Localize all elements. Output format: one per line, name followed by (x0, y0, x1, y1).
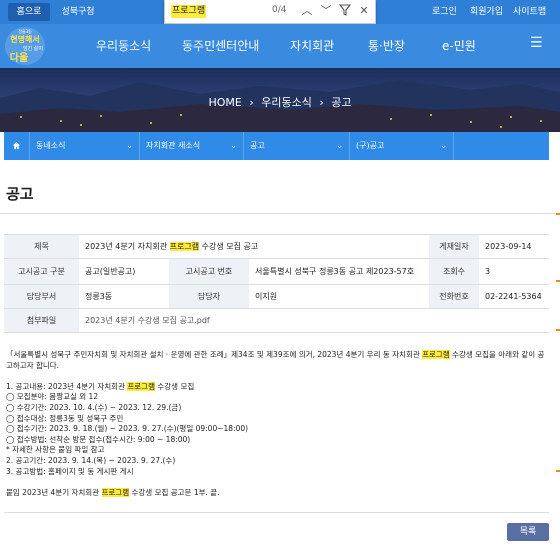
nav-item-center[interactable]: 동주민센터안내 (182, 24, 259, 68)
body-line: 2. 공고기간: 2023. 9. 14.(목) ~ 2023. 9. 27.(… (6, 455, 176, 465)
login-link[interactable]: 로그인 (432, 0, 457, 24)
body-line: ◯ 접수방법: 선착순 방문 접수(접수시간: 9:00 ~ 18:00) (6, 434, 191, 444)
find-count: 0/4 (272, 5, 287, 15)
notice-info-table: 제목 2023년 4분기 자치회관 프로그램 수강생 모집 공고 게재일자 20… (4, 234, 549, 333)
dept-value: 정릉3동 (79, 284, 169, 309)
chevron-down-icon: ⌄ (336, 141, 343, 150)
subnav-dropdown-3[interactable]: 공고 ⌄ (244, 132, 350, 160)
filter-icon[interactable] (338, 4, 352, 18)
attachment-link[interactable]: 2023년 4분기 수강생 모집 공고.pdf (79, 308, 549, 333)
home-button[interactable]: 홈으로 (8, 3, 50, 21)
body-line: 1. 공고내용: 2023년 4분기 자치회관 프로그램 수강생 모집 (6, 381, 195, 391)
chevron-down-icon: ⌄ (126, 141, 133, 150)
breadcrumb-news[interactable]: 우리동소식 (261, 96, 312, 109)
subnav-label: 동네소식 (36, 141, 66, 150)
date-label: 게재일자 (429, 234, 479, 259)
subnav-dropdown-1[interactable]: 동네소식 ⌄ (30, 132, 140, 160)
body-line: ◯ 모집분야: 몸짱교실 외 12 (6, 392, 99, 402)
nav-item-news[interactable]: 우리동소식 (96, 24, 151, 68)
scroll-marker (556, 470, 560, 472)
list-button[interactable]: 목록 (507, 523, 549, 541)
body-line: ◯ 접수기간: 2023. 9. 18.(월) ~ 2023. 9. 27.(수… (6, 424, 249, 434)
divider (0, 213, 560, 214)
breadcrumb-separator-icon: › (249, 96, 254, 109)
title-value: 2023년 4분기 자치회관 프로그램 수강생 모집 공고 (79, 234, 429, 259)
home-icon[interactable] (4, 132, 30, 160)
body-line: ◯ 접수대상: 정릉3동 및 성북구 주민 (6, 413, 124, 423)
breadcrumb-home[interactable]: HOME (208, 96, 241, 109)
body-line: 붙임 2023년 4분기 자치회관 프로그램 수강생 모집 공고문 1부. 끝. (6, 487, 220, 497)
scroll-marker (556, 213, 560, 215)
scroll-marker (556, 280, 560, 282)
page-title: 공고 (6, 185, 34, 203)
kind-value: 공고(일반공고) (79, 258, 169, 285)
number-value: 서울특별시 성북구 정릉3동 공고 제2023-57호 (249, 258, 429, 285)
breadcrumb-current: 공고 (331, 96, 352, 109)
logo[interactable]: 정릉3동 현명해서 담긴 삶이 다울 (3, 25, 47, 67)
breadcrumb: HOME › 우리동소식 › 공고 (0, 94, 560, 110)
sitemap-link[interactable]: 사이트맵 (513, 0, 546, 24)
banner: HOME › 우리동소식 › 공고 (0, 68, 560, 132)
attachment-label: 첨부파일 (4, 308, 79, 333)
nav-item-leaders[interactable]: 통·반장 (368, 24, 405, 68)
nav-item-hall[interactable]: 자치회관 (290, 24, 334, 68)
body-line: * 자세한 사항은 붙임 파일 참고 (6, 445, 105, 455)
dept-label: 담당부서 (4, 284, 79, 309)
join-link[interactable]: 회원가입 (470, 0, 503, 24)
main-nav (0, 24, 560, 68)
chevron-up-icon[interactable]: ︿ (300, 4, 314, 18)
chevron-down-icon[interactable]: ﹀ (319, 4, 333, 18)
notice-body: 「서울특별시 성북구 주민자치회 및 자치회관 설치 · 운영에 관한 조례」제… (6, 350, 551, 498)
kind-label: 고시공고 구분 (4, 258, 79, 285)
title-label: 제목 (4, 234, 79, 259)
nav-item-civil[interactable]: e-민원 (442, 24, 476, 68)
person-value: 이지원 (249, 284, 429, 309)
find-bar: 프로그램 0/4 ︿ ﹀ ✕ (164, 0, 376, 24)
logo-line4: 다울 (10, 51, 28, 64)
chevron-down-icon: ⌄ (230, 141, 237, 150)
find-input[interactable]: 프로그램 (171, 5, 207, 18)
body-line: 3. 공고방법: 홈페이지 및 동 게시판 게시 (6, 466, 134, 476)
hamburger-menu-icon[interactable]: ☰ (530, 36, 544, 50)
subnav-label: (구)공고 (356, 141, 385, 150)
close-icon[interactable]: ✕ (357, 4, 371, 18)
body-intro: 「서울특별시 성북구 주민자치회 및 자치회관 설치 · 운영에 관한 조례」제… (6, 350, 545, 370)
subnav-label: 공고 (250, 141, 265, 150)
breadcrumb-separator-icon: › (319, 96, 324, 109)
logo-line1: 정릉3동 (18, 28, 32, 34)
phone-value: 02-2241-5364 (479, 284, 549, 309)
logo-line3: 담긴 삶이 (23, 45, 43, 52)
views-label: 조회수 (429, 258, 479, 285)
date-value: 2023-09-14 (479, 234, 549, 259)
subnav-label: 자치회관 새소식 (146, 141, 201, 150)
gu-office-link[interactable]: 성북구청 (54, 3, 102, 21)
person-label: 담당자 (169, 284, 249, 309)
logo-line2: 현명해서 (10, 34, 39, 44)
divider (4, 512, 549, 513)
sub-nav: 동네소식 ⌄ 자치회관 새소식 ⌄ 공고 ⌄ (구)공고 ⌄ (4, 132, 549, 160)
number-label: 고시공고 번호 (169, 258, 249, 285)
phone-label: 전화번호 (429, 284, 479, 309)
chevron-down-icon: ⌄ (440, 141, 447, 150)
scroll-marker (556, 329, 560, 331)
body-line: ◯ 수강기간: 2023. 10. 4.(수) ~ 2023. 12. 29.(… (6, 402, 182, 412)
views-value: 3 (479, 258, 549, 285)
subnav-dropdown-4[interactable]: (구)공고 ⌄ (350, 132, 454, 160)
subnav-dropdown-2[interactable]: 자치회관 새소식 ⌄ (140, 132, 244, 160)
